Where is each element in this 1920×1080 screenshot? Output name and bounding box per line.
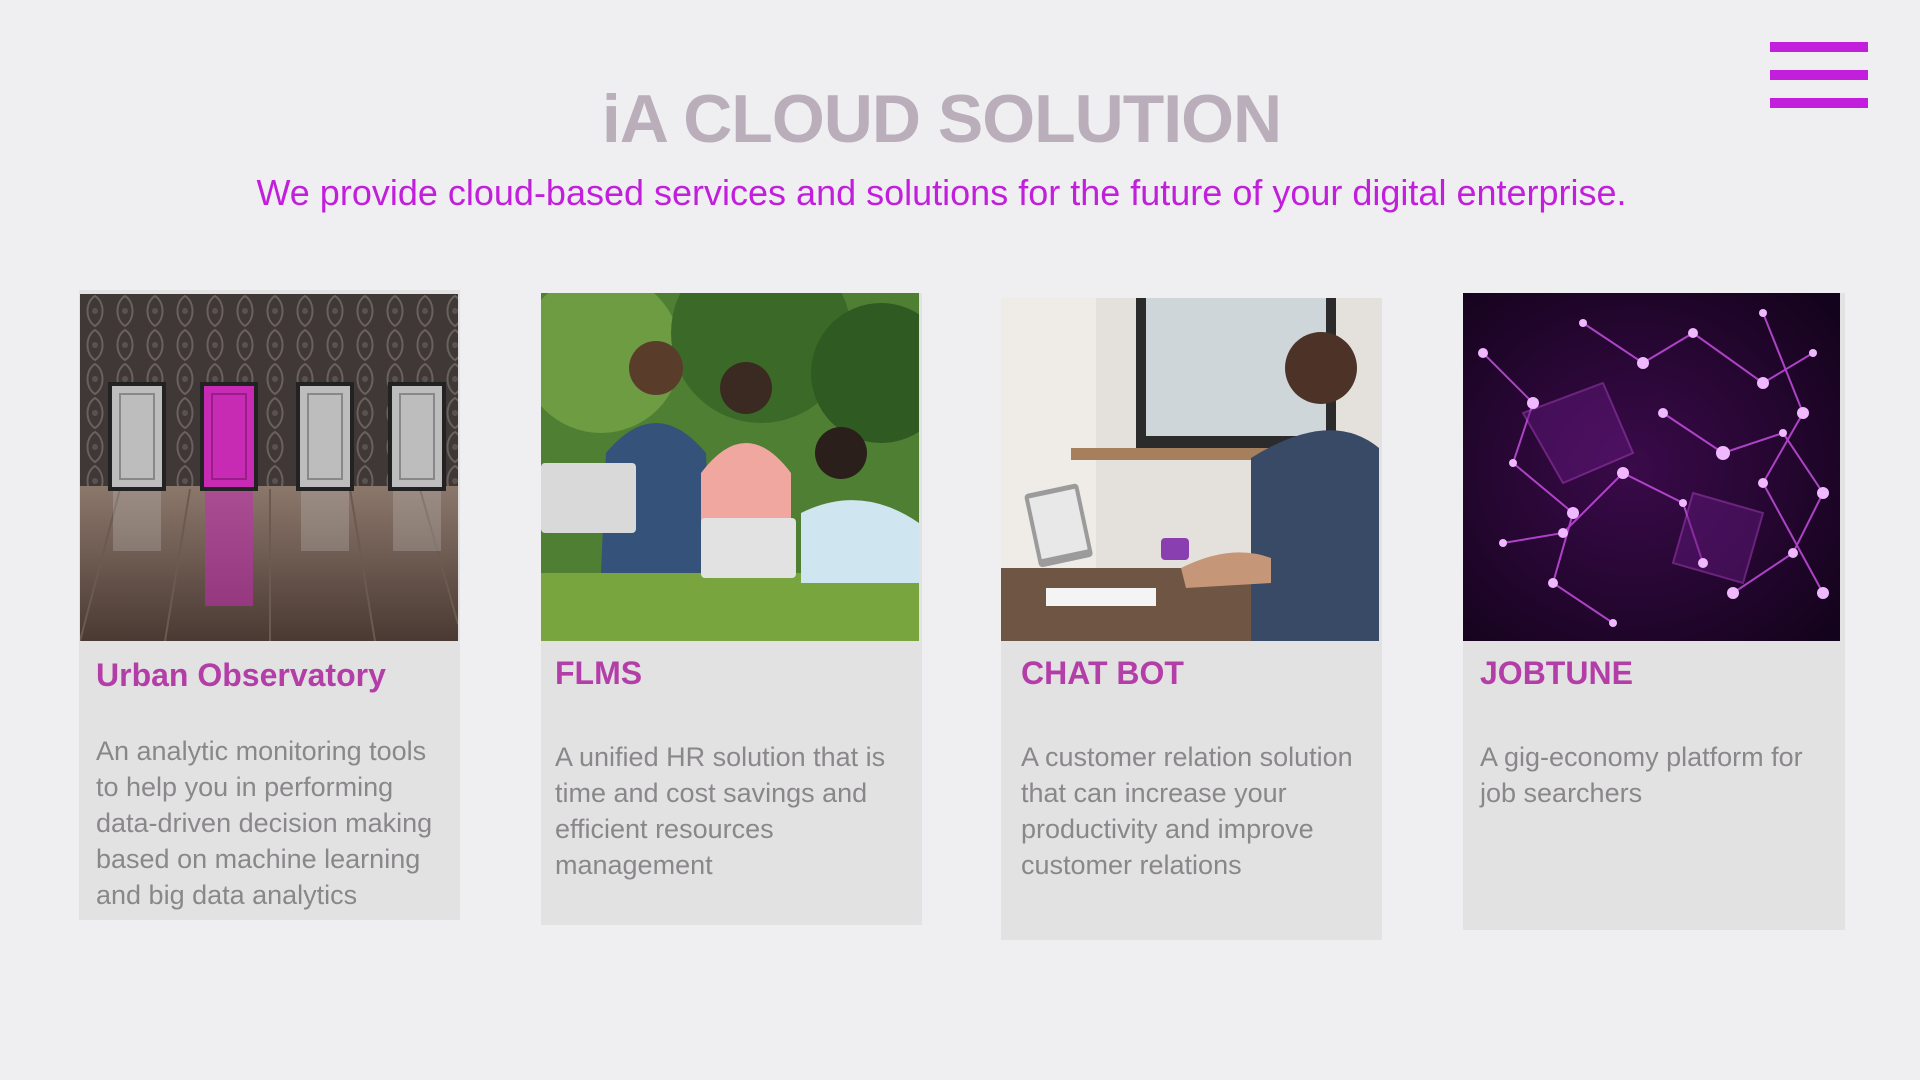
doors-photo (80, 294, 458, 641)
network-nodes-photo (1463, 293, 1840, 641)
man-laptop-photo (1001, 298, 1379, 641)
students-laptops-photo (541, 293, 919, 641)
menu-bar (1770, 70, 1868, 80)
card-title: CHAT BOT (1021, 655, 1184, 691)
card-description: A customer relation solution that can in… (1021, 742, 1353, 880)
card-urban-observatory[interactable]: Urban Observatory An analytic monitoring… (79, 290, 460, 920)
menu-bar (1770, 42, 1868, 52)
card-jobtune[interactable]: JOBTUNE A gig-economy platform for job s… (1463, 293, 1845, 930)
card-flms[interactable]: FLMS A unified HR solution that is time … (541, 293, 922, 925)
card-title: Urban Observatory (96, 657, 386, 693)
card-title: FLMS (555, 655, 643, 691)
card-description: An analytic monitoring tools to help you… (96, 736, 433, 910)
card-description: A gig-economy platform for job searchers (1480, 742, 1803, 808)
card-description: A unified HR solution that is time and c… (555, 742, 886, 880)
card-title: JOBTUNE (1480, 655, 1633, 691)
page-title: iA CLOUD SOLUTION (601, 81, 1282, 157)
page-tagline: We provide cloud-based services and solu… (256, 172, 1627, 213)
card-chat-bot[interactable]: CHAT BOT A customer relation solution th… (1001, 298, 1382, 940)
